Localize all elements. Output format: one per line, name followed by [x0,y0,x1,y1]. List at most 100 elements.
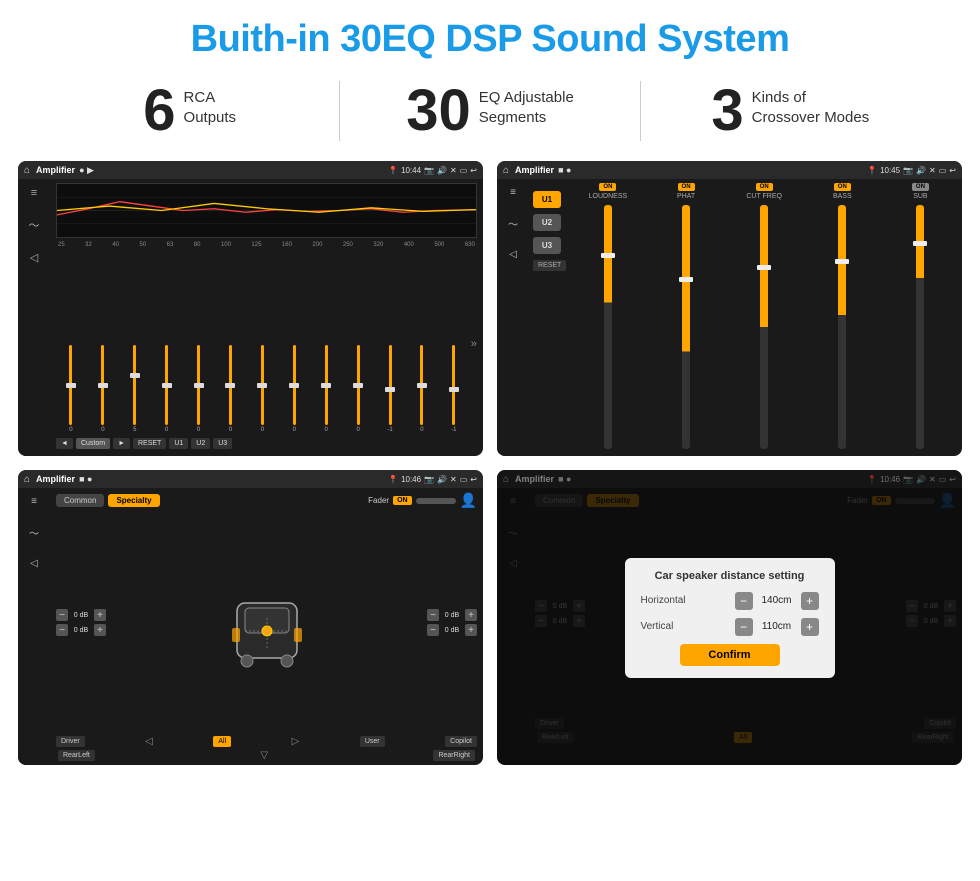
right-arrow-icon[interactable]: ▷ [292,736,300,747]
location-icon-2: 📍 [867,166,877,175]
eq-slider-3[interactable]: 5 [120,345,150,433]
screen-speaker: ⌂ Amplifier ■ ● 📍 10:46 📷 🔊 ✕ ▭ ↩ ≡ 〜 ◁ … [18,470,483,765]
vertical-value: 110cm [757,621,797,632]
close-icon-3[interactable]: ✕ [450,475,457,484]
back-icon-2[interactable]: ↩ [949,166,956,175]
down-arrow-icon[interactable]: ▽ [260,750,268,761]
home-icon-3[interactable]: ⌂ [24,474,30,485]
left-rear-plus-button[interactable]: + [94,624,106,636]
crossover-reset-button[interactable]: RESET [533,260,566,271]
user-button[interactable]: User [360,736,385,747]
stat-crossover-line1: Kinds of [752,88,870,108]
speaker-tabs: Common Specialty Fader ON 👤 [56,492,477,509]
speaker-wave-icon[interactable]: 〜 [29,525,39,540]
eq-u3-button[interactable]: U3 [213,438,232,449]
eq-slider-9[interactable]: 0 [311,345,341,433]
crossover-speaker-icon[interactable]: ◁ [509,249,517,260]
right-front-db-value: 0 dB [441,612,463,619]
phat-on-button[interactable]: ON [678,183,695,191]
horizontal-minus-button[interactable]: − [735,592,753,610]
crossover-wave-icon[interactable]: 〜 [508,216,518,231]
left-front-minus-button[interactable]: − [56,609,68,621]
eq-slider-12[interactable]: 0 [407,345,437,433]
left-rear-minus-button[interactable]: − [56,624,68,636]
stat-divider-2 [640,81,641,141]
speaker-vol-icon[interactable]: ◁ [30,558,38,569]
left-front-plus-button[interactable]: + [94,609,106,621]
bass-slider[interactable] [838,205,846,449]
tab-common[interactable]: Common [56,494,104,507]
confirm-button[interactable]: Confirm [680,644,780,666]
eq-slider-7[interactable]: 0 [247,345,277,433]
fader-slider[interactable] [416,498,456,504]
eq-filter-icon[interactable]: ≡ [31,187,37,199]
eq-speaker-icon[interactable]: ◁ [30,251,38,264]
stat-eq-line1: EQ Adjustable [479,88,574,108]
sub-slider[interactable] [916,205,924,449]
vertical-label: Vertical [641,621,701,632]
eq-prev-button[interactable]: ◄ [56,438,73,449]
vertical-plus-button[interactable]: + [801,618,819,636]
all-button[interactable]: All [213,736,231,747]
sub-on-button[interactable]: ON [912,183,929,191]
preset-u2-button[interactable]: U2 [533,214,561,231]
cutfreq-slider[interactable] [760,205,768,449]
eq-slider-13[interactable]: -1 [439,345,469,433]
crossover-filter-icon[interactable]: ≡ [510,187,516,198]
phat-slider[interactable] [682,205,690,449]
stat-eq-line2: Segments [479,108,574,128]
speaker-car-diagram [110,512,423,733]
eq-slider-4[interactable]: 0 [152,345,182,433]
right-rear-minus-button[interactable]: − [427,624,439,636]
home-icon[interactable]: ⌂ [24,165,30,176]
screens-grid: ⌂ Amplifier ● ▶ 📍 10:44 📷 🔊 ✕ ▭ ↩ ≡ 〜 ◁ [0,157,980,775]
right-front-minus-button[interactable]: − [427,609,439,621]
cutfreq-on-button[interactable]: ON [756,183,773,191]
close-icon-2[interactable]: ✕ [929,166,936,175]
eq-slider-1[interactable]: 0 [56,345,86,433]
stat-eq-number: 30 [406,82,471,140]
eq-reset-button[interactable]: RESET [133,438,166,449]
tab-specialty[interactable]: Specialty [108,494,159,507]
home-icon-2[interactable]: ⌂ [503,165,509,176]
copilot-button[interactable]: Copilot [445,736,477,747]
screen-speaker-dialog: ⌂ Amplifier ■ ● 📍 10:46 📷 🔊 ✕ ▭ ↩ ≡ 〜 ◁ [497,470,962,765]
eq-slider-5[interactable]: 0 [184,345,214,433]
back-icon-3[interactable]: ↩ [470,475,477,484]
stat-crossover: 3 Kinds of Crossover Modes [661,82,920,140]
vertical-minus-button[interactable]: − [735,618,753,636]
volume-icon-3: 🔊 [437,475,447,484]
eq-custom-button[interactable]: Custom [76,438,110,449]
close-icon[interactable]: ✕ [450,166,457,175]
back-icon[interactable]: ↩ [470,166,477,175]
rear-right-button[interactable]: RearRight [433,750,475,761]
loudness-slider[interactable] [604,205,612,449]
crossover-channels: ON LOUDNESS ON PHAT [570,183,958,452]
right-rear-plus-button[interactable]: + [465,624,477,636]
preset-u1-button[interactable]: U1 [533,191,561,208]
right-front-plus-button[interactable]: + [465,609,477,621]
eq-next-button[interactable]: ► [113,438,130,449]
horizontal-plus-button[interactable]: + [801,592,819,610]
loudness-on-button[interactable]: ON [599,183,616,191]
bass-on-button[interactable]: ON [834,183,851,191]
vertical-controls: − 110cm + [735,618,819,636]
horizontal-label: Horizontal [641,595,701,606]
preset-u3-button[interactable]: U3 [533,237,561,254]
driver-button[interactable]: Driver [56,736,85,747]
eq-slider-6[interactable]: 0 [216,345,246,433]
expand-icon[interactable]: » [471,338,477,350]
left-arrow-icon[interactable]: ◁ [145,736,153,747]
eq-slider-10[interactable]: 0 [343,345,373,433]
eq-u1-button[interactable]: U1 [169,438,188,449]
fader-on-button[interactable]: ON [393,496,412,505]
eq-u2-button[interactable]: U2 [191,438,210,449]
eq-slider-8[interactable]: 0 [279,345,309,433]
speaker-filter-icon[interactable]: ≡ [31,496,37,507]
eq-slider-2[interactable]: 0 [88,345,118,433]
screen3-title: Amplifier [36,474,75,484]
eq-wave-icon[interactable]: 〜 [29,217,40,233]
eq-slider-11[interactable]: -1 [375,345,405,433]
rear-left-button[interactable]: RearLeft [58,750,95,761]
speaker-layout: − 0 dB + − 0 dB + [56,512,477,733]
